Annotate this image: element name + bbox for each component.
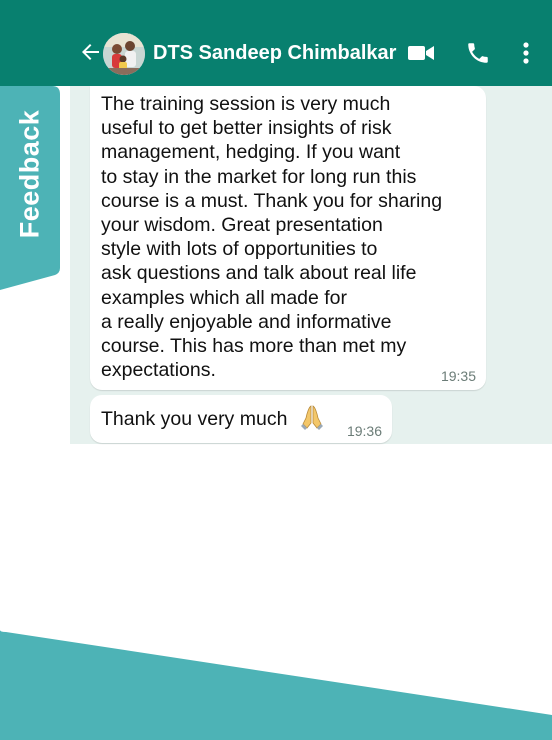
message-time: 19:35 <box>440 368 476 384</box>
contact-name[interactable]: DTS Sandeep Chimbalkar <box>153 42 396 65</box>
message-bubble[interactable]: The training session is very much useful… <box>90 86 486 390</box>
video-call-icon[interactable] <box>407 42 435 64</box>
back-arrow-icon[interactable] <box>78 40 102 64</box>
chat-header: DTS Sandeep Chimbalkar <box>0 0 552 86</box>
message-bubble[interactable]: Thank you very much 19:36 <box>90 395 392 443</box>
decorative-footer-shape <box>0 630 552 740</box>
more-vert-icon[interactable] <box>517 40 535 66</box>
avatar-photo <box>103 33 145 75</box>
phone-icon[interactable] <box>465 40 491 66</box>
avatar[interactable] <box>103 33 145 75</box>
folded-hands-icon <box>301 405 323 430</box>
message-time: 19:36 <box>346 423 382 439</box>
feedback-label[interactable]: Feedback <box>15 110 46 239</box>
message-text: The training session is very much useful… <box>101 93 443 382</box>
